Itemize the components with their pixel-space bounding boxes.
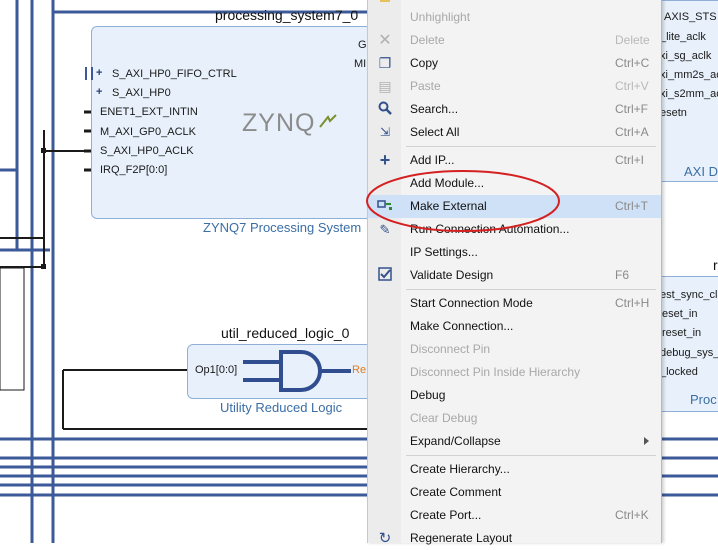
menu-item-disconnect-pin[interactable]: Disconnect Pin [368, 338, 661, 361]
menu-item-make-connection[interactable]: Make Connection... [368, 315, 661, 338]
pin-s2mm-aclk[interactable]: xi_s2mm_ac [660, 88, 718, 100]
pin-dcm-locked[interactable]: _locked [660, 366, 698, 378]
pin-resetn[interactable]: esetn [660, 107, 687, 119]
context-menu[interactable]: Unhighlight ✕ Delete Delete ❐ Copy Ctrl+C … [367, 0, 662, 547]
pin-ext-reset[interactable]: est_sync_clk [660, 289, 718, 301]
menu-separator [406, 289, 656, 290]
menu-item-run-connection-automation[interactable]: ✎ Run Connection Automation... [368, 218, 661, 241]
axi-dma-block-clipped[interactable]: AXIS_STS _lite_aclk xi_sg_aclk xi_mm2s_a… [653, 0, 718, 182]
menu-item-select-all[interactable]: ⇲ Select All Ctrl+A [368, 121, 661, 144]
pin-reset-in[interactable]: eset_in [662, 308, 697, 320]
menu-item-create-comment[interactable]: Create Comment [368, 481, 661, 504]
pin-stubs [84, 110, 91, 172]
menu-item-search[interactable]: Search... Ctrl+F [368, 98, 661, 121]
paste-icon: ▤ [378, 78, 392, 94]
url-instance-name: util_reduced_logic_0 [221, 325, 350, 341]
menu-item-copy[interactable]: ❐ Copy Ctrl+C [368, 52, 661, 75]
pin-mb-debug-sys-rst[interactable]: debug_sys_r [660, 347, 718, 359]
pin-mm2s-aclk[interactable]: xi_mm2s_ac [660, 69, 718, 81]
delete-x-icon: ✕ [378, 32, 392, 49]
axi-dma-subtitle: AXI Di [684, 164, 718, 179]
copy-icon: ❐ [378, 55, 392, 71]
search-icon [376, 101, 394, 118]
menu-item-make-external[interactable]: Make External Ctrl+T [368, 195, 661, 218]
menu-item-delete[interactable]: ✕ Delete Delete [368, 29, 661, 52]
menu-separator [406, 455, 656, 456]
rst-instance-name-clipped: r [713, 257, 718, 273]
menu-item-clear-debug[interactable]: Clear Debug [368, 407, 661, 430]
menu-item-validate-design[interactable]: Validate Design F6 [368, 264, 661, 287]
menu-item-expand-collapse[interactable]: Expand/Collapse [368, 430, 661, 453]
and-gate-icon [243, 350, 351, 392]
menu-top-clipped-icon [380, 0, 390, 2]
pin-icon: ✎ [379, 222, 391, 237]
menu-item-disconnect-pin-inside-hierarchy[interactable]: Disconnect Pin Inside Hierarchy [368, 361, 661, 384]
ps7-subtitle: ZYNQ7 Processing System [203, 220, 362, 235]
make-external-icon [376, 198, 394, 215]
util-reduced-logic-block[interactable]: Op1[0:0] Re Utility Reduced Logic [187, 344, 379, 415]
menu-item-regenerate-layout[interactable]: ↻ Regenerate Layout [368, 527, 661, 550]
pin-sg-aclk[interactable]: xi_sg_aclk [660, 50, 711, 62]
pin-clipped: G [358, 39, 367, 51]
pin-lite-aclk[interactable]: _lite_aclk [660, 31, 706, 43]
menu-item-start-connection-mode[interactable]: Start Connection Mode Ctrl+H [368, 292, 661, 315]
select-all-icon: ⇲ [379, 125, 391, 139]
pin-result-clipped: Re [352, 364, 367, 376]
menu-item-unhighlight[interactable]: Unhighlight [368, 6, 661, 29]
pin-axis-sts[interactable]: AXIS_STS [664, 11, 717, 23]
url-subtitle: Utility Reduced Logic [220, 400, 343, 415]
menu-item-create-port[interactable]: Create Port... Ctrl+K [368, 504, 661, 527]
pin-op1[interactable]: Op1[0:0] [195, 364, 237, 376]
submenu-arrow-icon [644, 437, 649, 445]
pin-clipped: MI [354, 58, 367, 70]
menu-item-create-hierarchy[interactable]: Create Hierarchy... [368, 458, 661, 481]
regenerate-icon: ↻ [378, 530, 392, 547]
proc-sys-reset-block-clipped[interactable]: est_sync_clk eset_in reset_in debug_sys_… [653, 276, 718, 412]
menu-item-paste[interactable]: ▤ Paste Ctrl+V [368, 75, 661, 98]
menu-item-add-ip[interactable]: + Add IP... Ctrl+I [368, 149, 661, 172]
menu-item-ip-settings[interactable]: IP Settings... [368, 241, 661, 264]
pin-aux-reset-in[interactable]: reset_in [662, 327, 701, 339]
validate-check-icon [376, 267, 394, 284]
proc-subtitle: Proc [690, 392, 717, 407]
zynq-logo: ZYNQ [242, 109, 316, 137]
plus-icon: + [379, 150, 391, 170]
menu-item-add-module[interactable]: Add Module... [368, 172, 661, 195]
menu-separator [406, 146, 656, 147]
zynq-logo-mark-icon [319, 114, 337, 128]
ps7-instance-name: processing_system7_0 [215, 7, 359, 23]
menu-item-debug[interactable]: Debug [368, 384, 661, 407]
